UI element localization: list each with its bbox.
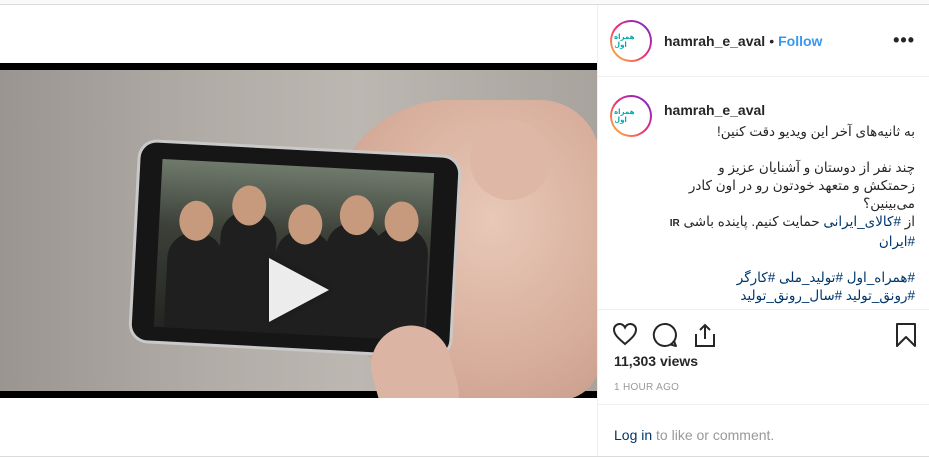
share-icon[interactable] [693, 322, 717, 353]
media-area [0, 5, 597, 456]
caption-text: به ثانیه‌های آخر این ویدیو دقت کنین! چند… [664, 123, 915, 305]
avatar[interactable]: همراه اول [610, 19, 652, 62]
logo-text: همراه اول [614, 33, 635, 49]
video-frame [0, 70, 597, 398]
avatar[interactable]: همراه اول [610, 95, 652, 137]
avatar-logo: همراه اول [612, 21, 650, 60]
more-options-icon[interactable]: ••• [893, 30, 915, 51]
view-count[interactable]: 11,303 views [614, 353, 698, 369]
post-header: همراه اول hamrah_e_aval • Follow ••• [598, 5, 929, 77]
post-timestamp[interactable]: 1 HOUR AGO [614, 382, 679, 393]
follow-button[interactable]: Follow [778, 33, 822, 49]
username-link[interactable]: hamrah_e_aval [664, 33, 765, 49]
caption-line: به ثانیه‌های آخر این ویدیو دقت کنین! [717, 124, 915, 139]
flag-icon: IR [669, 218, 680, 229]
action-bar [598, 309, 929, 359]
hashtag-line[interactable]: #همراه_اول #تولید_ملی #کارگر [664, 269, 915, 287]
caption-username[interactable]: hamrah_e_aval [664, 102, 765, 118]
person-figure [367, 226, 430, 341]
bookmark-icon[interactable] [895, 322, 917, 353]
heart-icon[interactable] [612, 322, 638, 351]
separator-dot: • [769, 32, 775, 49]
phone-image [131, 141, 459, 357]
login-prompt: Log in to like or comment. [598, 404, 929, 456]
avatar-logo: همراه اول [612, 97, 650, 135]
caption-text-fragment: از [900, 214, 915, 229]
caption-text-fragment: حمایت کنیم. پاینده باشی [679, 214, 824, 229]
caption-line: از #کالای_ایرانی حمایت کنیم. پاینده باشی… [664, 213, 915, 251]
hashtag-line[interactable]: #رونق_تولید #سال_رونق_تولید [664, 287, 915, 305]
caption-line: چند نفر از دوستان و آشنایان عزیز و زحمتک… [688, 160, 915, 211]
play-icon[interactable] [269, 258, 329, 322]
hashtag-link[interactable]: #کالای_ایرانی [823, 214, 901, 229]
video-player[interactable] [0, 63, 597, 398]
post-sidebar: همراه اول hamrah_e_aval • Follow ••• همر… [597, 5, 929, 456]
login-link[interactable]: Log in [614, 427, 652, 443]
finger-image [470, 120, 550, 200]
caption-block: همراه اول hamrah_e_aval به ثانیه‌های آخر… [610, 95, 917, 307]
login-prompt-text: to like or comment. [652, 427, 775, 443]
hashtag-link[interactable]: #ایران [879, 234, 915, 249]
comment-icon[interactable] [652, 322, 678, 353]
logo-text: همراه اول [614, 109, 635, 124]
post-frame: همراه اول hamrah_e_aval • Follow ••• همر… [0, 4, 929, 457]
